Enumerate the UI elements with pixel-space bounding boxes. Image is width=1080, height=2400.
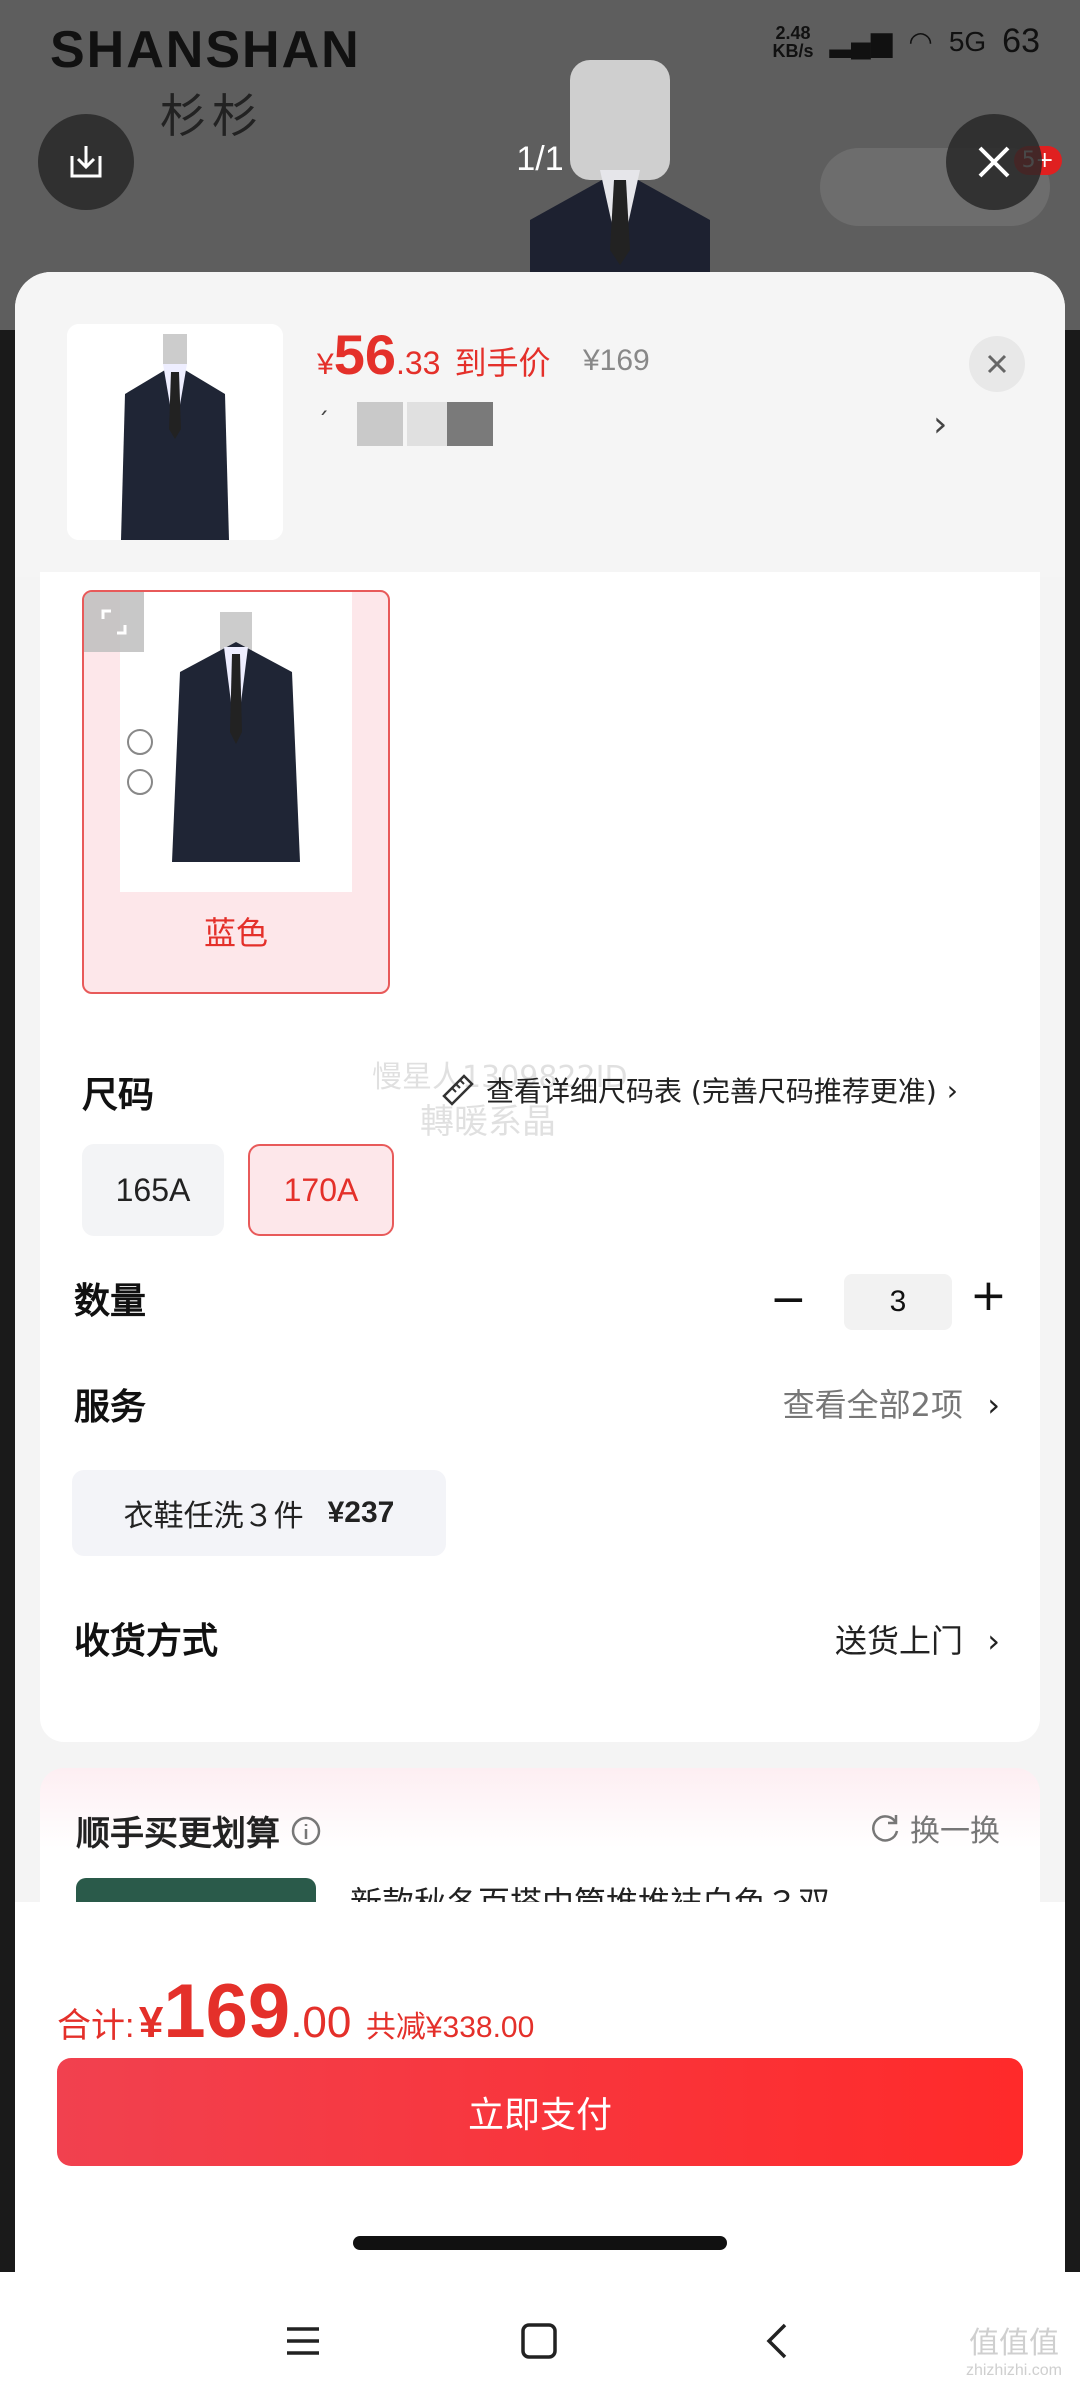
back-button[interactable] [752,2316,802,2366]
close-sheet-button[interactable] [969,336,1025,392]
battery-level: 63 [1002,22,1040,60]
selected-spec-mark: ˊ [317,408,329,436]
color-option[interactable]: 蓝色 [82,590,390,994]
color-option-image [120,592,352,892]
quantity-title: 数量 [74,1281,147,1322]
site-watermark: 值值值 zhizhizhi.com [966,2318,1062,2380]
network-type: 5G [948,25,987,57]
total-price: 合计: ¥169.00 共减¥338.00 [57,1969,535,2054]
size-guide-link[interactable]: 查看详细尺码表 (完善尺码推荐更准) › [440,1070,958,1110]
brand-logo-cn: 杉杉 [160,89,264,143]
ruler-icon [442,1074,474,1106]
close-icon [978,146,1010,178]
menu-icon [287,2327,319,2355]
quantity-decrease-button[interactable]: − [770,1274,807,1325]
delivery-title: 收货方式 [74,1621,219,1662]
service-view-all-link[interactable]: 查看全部2项 › [783,1380,1000,1426]
wifi-icon: ◠ [908,26,933,57]
signal-icon: ▂▄▆ [829,26,893,57]
pay-now-button[interactable]: 立即支付 [57,2058,1023,2166]
home-square-icon [521,2323,557,2359]
service-link-text: 查看全部2项 [782,1386,964,1424]
recommendation-title: 顺手买更划算 [76,1806,322,1855]
delivery-method-selector[interactable]: 送货上门 › [835,1616,1000,1662]
color-option-label: 蓝色 [203,914,268,952]
product-thumbnail[interactable] [67,324,283,540]
service-option-chip[interactable]: 衣鞋任洗３件 ¥237 [72,1470,446,1556]
service-price: ¥237 [327,1496,395,1529]
home-button[interactable] [514,2316,564,2366]
service-name: 衣鞋任洗３件 [123,1499,304,1534]
info-icon[interactable] [290,1815,322,1847]
size-option-170a[interactable]: 170A [248,1144,394,1236]
original-price: ¥169 [583,344,650,377]
close-icon [987,354,1007,374]
chevron-right-icon: › [987,1386,1000,1424]
blurred-spec [447,402,493,446]
site-watermark-url: zhizhizhi.com [965,2362,1062,2379]
quantity-input[interactable]: 3 [844,1274,952,1330]
brand-logo-text: SHANSHAN [50,21,361,79]
status-bar: 2.48 KB/s ▂▄▆ ◠ 5G 63 [772,22,1040,61]
refresh-label: 换一换 [910,1814,1000,1849]
quantity-increase-button[interactable]: + [970,1270,1007,1321]
net-speed: 2.48 KB/s [772,22,814,61]
final-price: ¥56.33 到手价 [317,323,551,386]
size-option-165a[interactable]: 165A [82,1144,224,1236]
menu-button[interactable] [278,2316,328,2366]
sheet-header: ¥56.33 到手价 ¥169 ˊ › [15,272,1065,577]
service-title: 服务 [74,1387,147,1428]
chevron-right-icon[interactable]: › [933,404,947,445]
site-watermark-logo: 值值值 [968,2326,1059,2361]
home-indicator[interactable] [353,2236,727,2250]
refresh-icon [872,1815,899,1842]
system-navigation-bar: 值值值 zhizhizhi.com [0,2272,1080,2400]
delivery-value: 送货上门 [835,1622,964,1660]
chevron-right-icon: › [946,1073,958,1107]
chevron-right-icon: › [987,1622,1000,1660]
blurred-spec [407,402,447,446]
back-icon [766,2323,787,2359]
close-viewer-button[interactable] [946,114,1042,210]
suit-image [67,324,283,540]
expand-image-button[interactable] [84,592,144,652]
size-guide-text: 查看详细尺码表 (完善尺码推荐更准) [486,1075,937,1108]
size-title: 尺码 [82,1075,155,1116]
blurred-spec [357,402,403,446]
recommendation-title-text: 顺手买更划算 [76,1814,280,1854]
refresh-recommendation-button[interactable]: 换一换 [868,1806,1000,1850]
expand-icon [101,609,127,635]
suit-image [127,612,300,862]
options-card: 蓝色 慢星人1309822ID 轉暖系晶 尺码 查看详细尺码表 (完善尺码推荐更… [40,572,1040,1742]
checkout-bar: 合计: ¥169.00 共减¥338.00 立即支付 [15,1902,1065,2272]
total-saving: 共减¥338.00 [365,2011,535,2044]
